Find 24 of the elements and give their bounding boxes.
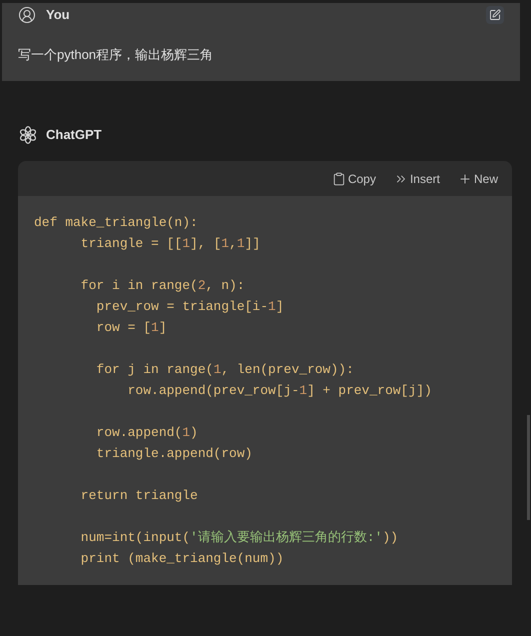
copy-button[interactable]: Copy [332, 170, 376, 188]
insert-button[interactable]: Insert [394, 170, 440, 188]
author-name: You [46, 6, 70, 24]
code-line: triangle.append(row) [95, 445, 252, 463]
code-line: row.append(prev_row[j-1] + prev_row[j]) [126, 382, 432, 400]
code-line: def make_triangle(n): [34, 214, 198, 232]
code-line: num=int(input('请输入要输出杨辉三角的行数:')) [80, 529, 398, 547]
code-line: triangle = [[1], [1,1]] [80, 235, 260, 253]
code-line: row.append(1) [95, 424, 198, 442]
user-avatar-icon [18, 6, 36, 24]
author-name: ChatGPT [46, 126, 102, 144]
code-line: return triangle [80, 487, 198, 505]
plus-icon [458, 172, 472, 186]
new-button[interactable]: New [458, 170, 498, 188]
code-line: for i in range(2, n): [80, 277, 245, 295]
code-line: prev_row = triangle[i-1] [95, 298, 284, 316]
edit-button[interactable] [486, 6, 504, 24]
message-text: 写一个python程序，输出杨辉三角 [18, 46, 214, 64]
clipboard-icon [332, 172, 346, 186]
code-line: print (make_triangle(num)) [80, 550, 284, 568]
code-line: row = [1] [95, 319, 167, 337]
code-line: for j in range(1, len(prev_row)): [95, 361, 354, 379]
edit-icon [489, 8, 501, 21]
logo-icon [18, 125, 38, 145]
